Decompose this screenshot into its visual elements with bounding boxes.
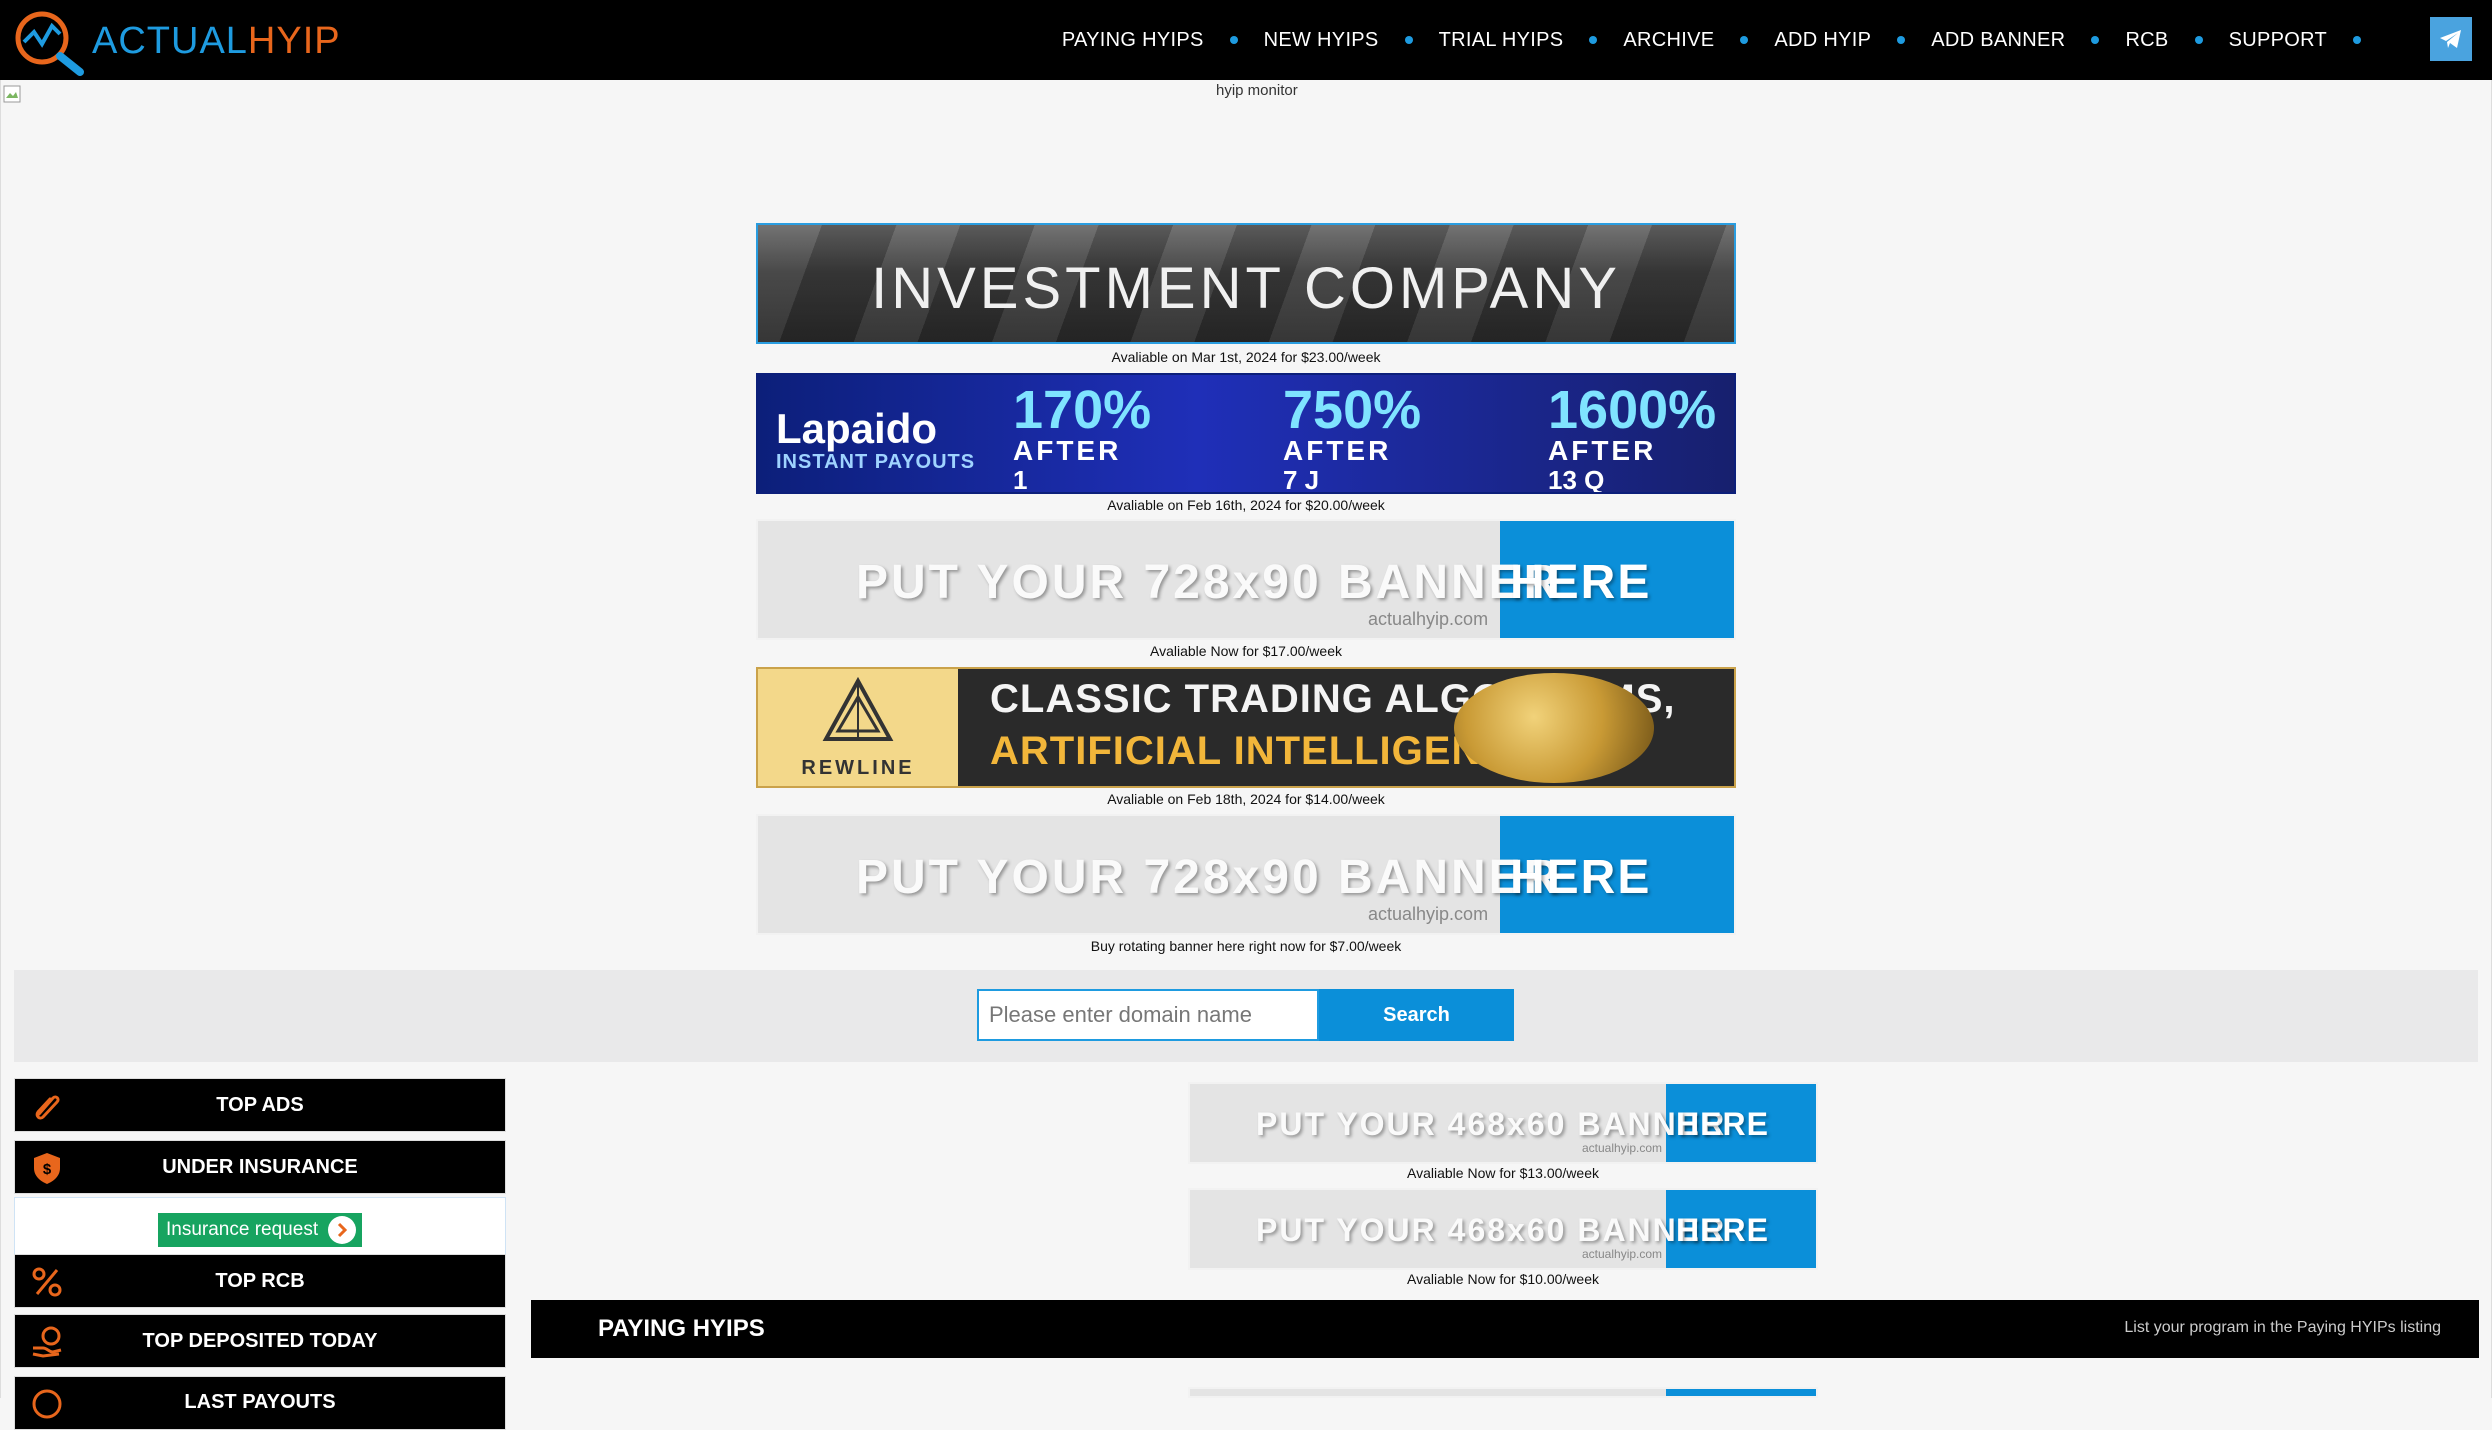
telegram-icon xyxy=(2440,30,2461,48)
domain-search-input[interactable] xyxy=(977,989,1319,1041)
nav-separator-dot xyxy=(1897,36,1906,44)
banner-text: INVESTMENT COMPANY xyxy=(871,256,1621,321)
dollar-circle-icon xyxy=(32,1389,62,1419)
nav-separator-dot xyxy=(1229,36,1238,44)
logo-text-hyip: HYIP xyxy=(247,20,341,62)
banner-caption: Avaliable Now for $10.00/week xyxy=(1407,1271,1599,1287)
banner-caption: Avaliable Now for $17.00/week xyxy=(1150,643,1342,659)
nav-separator-dot xyxy=(1404,36,1413,44)
banner-caption: Buy rotating banner here right now for $… xyxy=(1090,938,1402,954)
nav-new-hyips[interactable]: NEW HYIPS xyxy=(1264,29,1379,52)
banner-caption: Avaliable on Feb 18th, 2024 for $14.00/w… xyxy=(1107,791,1385,807)
nav-add-banner[interactable]: ADD BANNER xyxy=(1931,29,2065,52)
sidebar-item-label: TOP ADS xyxy=(216,1093,304,1116)
logo-text: ACTUALHYIP xyxy=(92,20,341,63)
nav-trial-hyips[interactable]: TRIAL HYIPS xyxy=(1439,29,1564,52)
banner-caption: Avaliable on Mar 1st, 2024 for $23.00/we… xyxy=(1111,349,1381,365)
banner-caption: Avaliable on Feb 16th, 2024 for $20.00/w… xyxy=(1107,497,1385,513)
nav-separator-dot xyxy=(2353,36,2361,44)
banner-subtitle: INSTANT PAYOUTS xyxy=(776,451,976,473)
plan-day: 7 J xyxy=(1283,465,1320,494)
banner-text-here: HERE xyxy=(1676,1212,1769,1248)
rewline-logo: REWLINE xyxy=(758,669,958,786)
plan-day: 13 Q xyxy=(1548,465,1605,494)
banner-site: actualhyip.com xyxy=(1582,1247,1663,1261)
plan-day: 1 xyxy=(1013,465,1028,494)
banner-text-here: HERE xyxy=(1510,556,1652,609)
banner-lapaido[interactable]: Lapaido INSTANT PAYOUTS 170% AFTER 1 750… xyxy=(756,373,1736,494)
banner-placeholder-468-partial[interactable] xyxy=(1188,1387,1818,1398)
banner-placeholder-468[interactable]: PUT YOUR 468x60 BANNER HERE actualhyip.c… xyxy=(1188,1082,1818,1164)
plan-percent: 1600% xyxy=(1548,380,1717,440)
paying-hyips-header: PAYING HYIPS List your program in the Pa… xyxy=(531,1300,2479,1358)
list-program-link[interactable]: List your program in the Paying HYIPs li… xyxy=(2124,1319,2441,1337)
sidebar-item-label: UNDER INSURANCE xyxy=(162,1155,358,1178)
banner-text-here: HERE xyxy=(1510,851,1652,904)
banner-plan: 1600% AFTER 13 Q xyxy=(1548,379,1717,494)
triangle-logo-icon xyxy=(822,676,894,741)
brain-graphic xyxy=(1454,673,1654,783)
percent-icon xyxy=(32,1267,62,1297)
banner-text-here: HERE xyxy=(1676,1106,1769,1142)
banner-placeholder-468[interactable]: PUT YOUR 468x60 BANNER HERE actualhyip.c… xyxy=(1188,1188,1818,1270)
banner-rewline[interactable]: REWLINE CLASSIC TRADING ALGORITHMS, ARTI… xyxy=(756,667,1736,788)
broken-image-icon xyxy=(3,85,21,103)
rewline-name: REWLINE xyxy=(801,757,915,779)
banner-investment-company[interactable]: INVESTMENT COMPANY xyxy=(756,223,1736,344)
plan-percent: 750% xyxy=(1283,380,1422,440)
shield-dollar-icon: $ xyxy=(34,1153,60,1184)
logo-text-actual: ACTUAL xyxy=(92,20,248,62)
hero-image-alt-text: hyip monitor xyxy=(1216,82,1298,99)
sidebar-last-payouts[interactable]: LAST PAYOUTS xyxy=(14,1376,506,1430)
sidebar-top-ads[interactable]: TOP ADS xyxy=(14,1078,506,1132)
logo-magnifier-icon xyxy=(15,11,84,76)
nav-paying-hyips[interactable]: PAYING HYIPS xyxy=(1062,29,1204,52)
site-logo[interactable]: ACTUALHYIP xyxy=(10,6,340,76)
hand-coins-icon xyxy=(32,1326,62,1358)
svg-text:$: $ xyxy=(43,1161,52,1178)
banner-site: actualhyip.com xyxy=(1582,1141,1663,1155)
insurance-request-label: Insurance request xyxy=(166,1219,319,1240)
banner-plan: 750% AFTER 7 J xyxy=(1283,379,1422,494)
banner-text: PUT YOUR 468x60 BANNER xyxy=(1256,1212,1727,1248)
banner-blue-block xyxy=(1666,1389,1816,1396)
banner-text: PUT YOUR 728x90 BANNER xyxy=(856,851,1562,904)
sidebar-top-rcb[interactable]: TOP RCB xyxy=(14,1254,506,1308)
sidebar-item-label: TOP DEPOSITED TODAY xyxy=(142,1329,378,1352)
banner-placeholder-728[interactable]: PUT YOUR 728x90 BANNER HERE actualhyip.c… xyxy=(756,519,1736,640)
top-navbar: ACTUALHYIP PAYING HYIPS NEW HYIPS TRIAL … xyxy=(0,0,2492,80)
search-button[interactable]: Search xyxy=(1319,989,1514,1041)
banner-brand: Lapaido xyxy=(776,405,938,452)
banner-caption: Avaliable Now for $13.00/week xyxy=(1407,1165,1599,1181)
telegram-button[interactable] xyxy=(2430,17,2472,61)
nav-separator-dot xyxy=(2091,36,2100,44)
nav-separator-dot xyxy=(1740,36,1749,44)
nav-separator-dot xyxy=(2194,36,2203,44)
nav-add-hyip[interactable]: ADD HYIP xyxy=(1774,29,1871,52)
section-title: PAYING HYIPS xyxy=(598,1315,765,1342)
banner-text: PUT YOUR 468x60 BANNER xyxy=(1256,1106,1727,1142)
banner-site: actualhyip.com xyxy=(1368,609,1489,629)
chevron-right-icon xyxy=(328,1216,356,1244)
sidebar-top-deposited-today[interactable]: TOP DEPOSITED TODAY xyxy=(14,1314,506,1368)
plan-percent: 170% xyxy=(1013,380,1152,440)
sidebar-under-insurance[interactable]: $ UNDER INSURANCE xyxy=(14,1140,506,1194)
banner-placeholder-728-rotating[interactable]: PUT YOUR 728x90 BANNER HERE actualhyip.c… xyxy=(756,814,1736,935)
main-nav: PAYING HYIPS NEW HYIPS TRIAL HYIPS ARCHI… xyxy=(1062,0,2387,80)
nav-separator-dot xyxy=(1589,36,1598,44)
sidebar-item-label: LAST PAYOUTS xyxy=(184,1391,336,1413)
paperclip-icon xyxy=(35,1095,60,1120)
banner-plan: 170% AFTER 1 xyxy=(1013,379,1152,494)
banner-site: actualhyip.com xyxy=(1368,904,1489,924)
nav-support[interactable]: SUPPORT xyxy=(2229,29,2327,52)
insurance-request-button[interactable]: Insurance request xyxy=(158,1213,362,1247)
banner-text: PUT YOUR 728x90 BANNER xyxy=(856,556,1562,609)
sidebar-item-label: TOP RCB xyxy=(215,1269,305,1292)
nav-rcb[interactable]: RCB xyxy=(2125,29,2168,52)
nav-archive[interactable]: ARCHIVE xyxy=(1623,29,1714,52)
